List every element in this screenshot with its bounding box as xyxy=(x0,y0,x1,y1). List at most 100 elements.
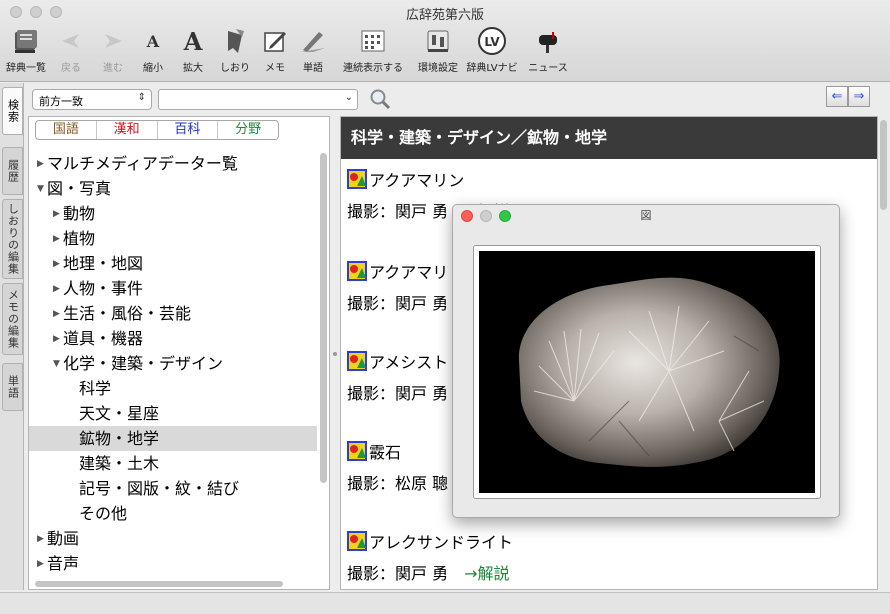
tab-history[interactable]: 履歴 xyxy=(2,147,23,195)
disclosure-collapsed-icon[interactable]: ▶ xyxy=(37,152,47,177)
up-down-chevron-icon: ⇕ xyxy=(137,92,146,103)
continuous-display-button[interactable]: 連続表示する xyxy=(338,24,408,76)
tree-item[interactable]: ▶ 人物・事件 xyxy=(29,276,317,301)
dictionary-list-button[interactable]: 辞典一覧 xyxy=(6,24,46,76)
tree-item[interactable]: ▶ マルチメディアデーター覧 xyxy=(29,151,317,176)
word-button[interactable]: 単語 xyxy=(298,24,328,76)
search-icon[interactable] xyxy=(368,87,392,111)
memo-button[interactable]: メモ xyxy=(260,24,290,76)
entry-credit: 撮影：関戸 勇 xyxy=(347,294,449,313)
mailbox-icon xyxy=(539,32,557,53)
disclosure-collapsed-icon[interactable]: ▶ xyxy=(53,302,63,327)
tree-vertical-scrollbar[interactable] xyxy=(320,153,327,483)
media-entry: アレクサンドライト 撮影：関戸 勇 →解説 xyxy=(347,529,513,586)
tree-item-label: 建築・土木 xyxy=(79,454,160,473)
disclosure-collapsed-icon[interactable]: ▶ xyxy=(37,527,47,552)
next-entry-button[interactable]: ⇒ xyxy=(848,86,870,107)
entry-title-row[interactable]: アクアマリン xyxy=(347,167,510,191)
tree-item[interactable]: 建築・土木 xyxy=(29,451,317,476)
book-stack-icon xyxy=(15,30,37,53)
search-row: 前方一致 ⇕ ⌄ ⇐ ⇒ xyxy=(24,83,890,115)
tab-search[interactable]: 検索 xyxy=(2,87,23,135)
tree-item[interactable]: ▶ 生活・風俗・芸能 xyxy=(29,301,317,326)
status-bar xyxy=(0,592,890,614)
search-mode-select[interactable]: 前方一致 ⇕ xyxy=(32,89,152,110)
tree-item[interactable]: ▶ 動物 xyxy=(29,201,317,226)
tree-item[interactable]: ▶ 地理・地図 xyxy=(29,251,317,276)
tab-bunya[interactable]: 分野 xyxy=(218,121,278,139)
splitter-handle[interactable] xyxy=(333,352,337,356)
font-larger-icon: A xyxy=(183,26,203,56)
entry-title-row[interactable]: アレクサンドライト xyxy=(347,529,513,553)
font-larger-button[interactable]: A 拡大 xyxy=(178,24,208,76)
image-media-icon xyxy=(347,441,367,461)
svg-text:LV: LV xyxy=(484,35,500,49)
search-input[interactable]: ⌄ xyxy=(158,89,358,110)
tree-item[interactable]: 鉱物・地学 xyxy=(29,426,317,451)
figure-frame xyxy=(473,245,821,499)
tree-item[interactable]: ▶ 植物 xyxy=(29,226,317,251)
image-media-icon xyxy=(347,351,367,371)
tree-item[interactable]: その他 xyxy=(29,501,317,526)
lv-navi-icon: LV xyxy=(478,27,506,55)
news-button[interactable]: ニュース xyxy=(524,24,572,76)
tree-item[interactable]: 天文・星座 xyxy=(29,401,317,426)
disclosure-collapsed-icon[interactable]: ▶ xyxy=(53,252,63,277)
tree-item[interactable]: ▶ 道具・機器 xyxy=(29,326,317,351)
entry-title: アクアマリン xyxy=(369,171,465,190)
tree-horizontal-scrollbar[interactable] xyxy=(35,581,283,587)
tree-item-label: 記号・図版・紋・結び xyxy=(79,479,240,498)
disclosure-collapsed-icon[interactable]: ▶ xyxy=(53,202,63,227)
memo-icon xyxy=(264,32,286,52)
tree-item-label: 天文・星座 xyxy=(79,404,160,423)
tree-item[interactable]: 科学 xyxy=(29,376,317,401)
explanation-link[interactable]: →解説 xyxy=(464,564,509,583)
disclosure-collapsed-icon[interactable]: ▶ xyxy=(37,552,47,577)
forward-button[interactable]: 進む xyxy=(98,24,128,76)
category-tabs: 国語 漢和 百科 分野 xyxy=(35,120,279,140)
bookmark-button[interactable]: しおり xyxy=(218,24,252,76)
tree-item[interactable]: ▼ 化学・建築・デザイン xyxy=(29,351,317,376)
tree-item[interactable]: ▶ 動画 xyxy=(29,526,317,551)
disclosure-expanded-icon[interactable]: ▼ xyxy=(53,352,63,377)
figure-minimize-button[interactable] xyxy=(480,210,492,222)
figure-close-button[interactable] xyxy=(461,210,473,222)
figure-window-titlebar[interactable]: 図 xyxy=(453,205,839,227)
media-entry: アメシスト撮影：関戸 勇 xyxy=(347,349,448,406)
tree-item-label: その他 xyxy=(79,504,128,523)
tab-word[interactable]: 単語 xyxy=(2,363,23,411)
tree-item[interactable]: ▶ 音声 xyxy=(29,551,317,576)
tab-hyakka[interactable]: 百科 xyxy=(158,121,219,139)
tab-memo-edit[interactable]: メモの編集 xyxy=(2,283,23,355)
back-button[interactable]: 戻る xyxy=(56,24,86,76)
forward-arrow-icon xyxy=(105,34,122,48)
lv-navi-button[interactable]: LV 辞典LVナビ xyxy=(464,24,520,76)
mineral-photo-graphic xyxy=(518,277,780,467)
side-tabs: 検索 履歴 しおりの編集 メモの編集 単語 xyxy=(0,83,24,590)
tab-kanwa[interactable]: 漢和 xyxy=(97,121,158,139)
figure-window-controls xyxy=(461,210,511,222)
image-media-icon xyxy=(347,169,367,189)
preferences-button[interactable]: 環境設定 xyxy=(416,24,460,76)
figure-zoom-button[interactable] xyxy=(499,210,511,222)
disclosure-expanded-icon[interactable]: ▼ xyxy=(37,177,47,202)
content-vertical-scrollbar[interactable] xyxy=(880,120,887,210)
entry-title: アレクサンドライト xyxy=(369,533,514,552)
disclosure-collapsed-icon[interactable]: ▶ xyxy=(53,327,63,352)
entry-credit: 撮影：関戸 勇 xyxy=(347,384,449,403)
tab-bookmark-edit[interactable]: しおりの編集 xyxy=(2,199,23,279)
right-arrow-icon: ⇒ xyxy=(853,89,865,104)
tab-kokugo[interactable]: 国語 xyxy=(36,121,97,139)
entry-title-row[interactable]: 霰石 xyxy=(347,439,448,463)
tree-item[interactable]: 記号・図版・紋・結び xyxy=(29,476,317,501)
window-chrome: 広辞苑第六版 辞典一覧 戻る 進む A 縮小 A 拡大 しおり メモ 単語 連続… xyxy=(0,0,890,82)
entry-title-row[interactable]: アクアマリ xyxy=(347,259,448,283)
font-smaller-button[interactable]: A 縮小 xyxy=(138,24,168,76)
tree-item[interactable]: ▼ 図・写真 xyxy=(29,176,317,201)
disclosure-collapsed-icon[interactable]: ▶ xyxy=(53,227,63,252)
prev-entry-button[interactable]: ⇐ xyxy=(826,86,848,107)
entry-title: アメシスト xyxy=(369,353,449,372)
disclosure-collapsed-icon[interactable]: ▶ xyxy=(53,277,63,302)
entry-title-row[interactable]: アメシスト xyxy=(347,349,448,373)
content-header: 科学・建築・デザイン／鉱物・地学 xyxy=(341,117,877,159)
